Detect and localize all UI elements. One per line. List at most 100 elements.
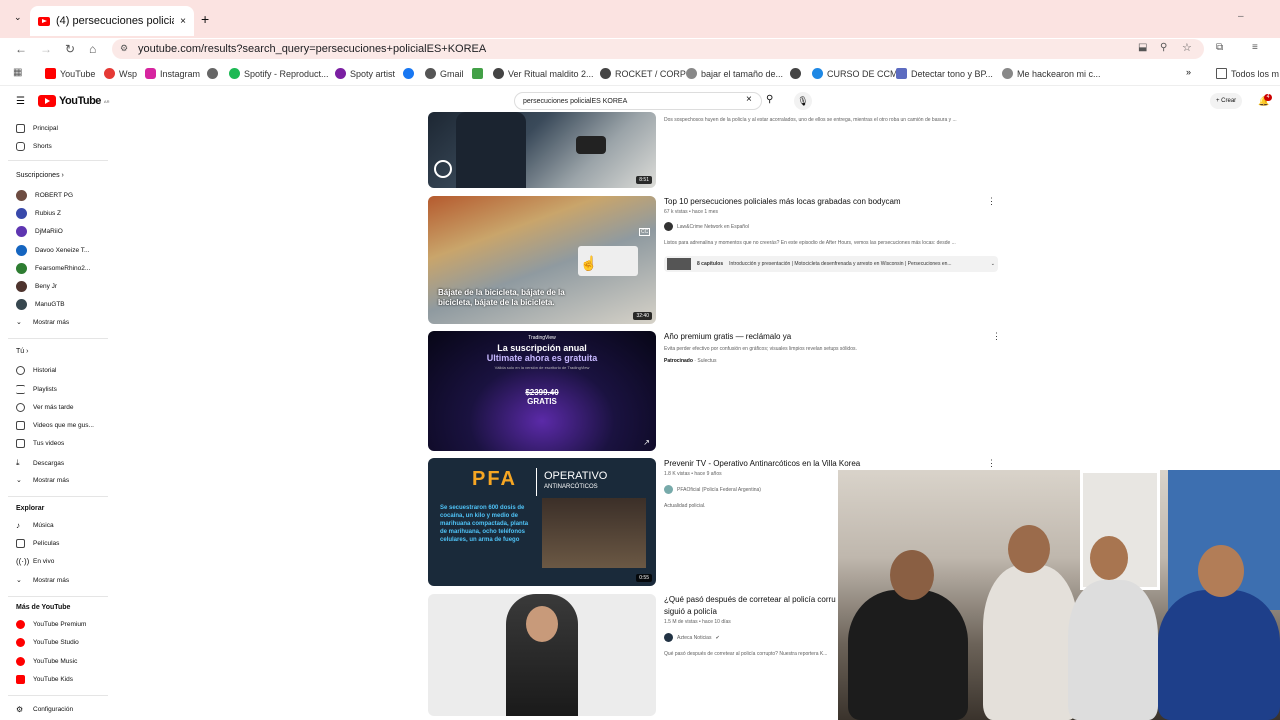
- more-actions-icon[interactable]: ⋮: [992, 331, 1001, 342]
- browser-tab-active[interactable]: (4) persecuciones policialES KO ×: [30, 6, 194, 36]
- sidebar-item-tus-videos[interactable]: Tus videos: [16, 439, 64, 448]
- bookmark-gmail[interactable]: Gmail: [425, 68, 464, 79]
- video-title-line2[interactable]: siguió a policía: [664, 607, 717, 616]
- sidebar-subscriptions-header[interactable]: Suscripciones ›: [16, 172, 64, 179]
- bookmark-rocket[interactable]: ROCKET / CORP: [600, 68, 686, 79]
- bookmark-curso-ccm[interactable]: CURSO DE CCM: [812, 68, 898, 79]
- video-title[interactable]: Prevenir TV - Operativo Antinarcóticos e…: [664, 459, 860, 468]
- back-arrow-icon[interactable]: ←: [15, 42, 27, 56]
- sidebar-item-ver-mas-tarde[interactable]: Ver más tarde: [16, 403, 73, 412]
- sidebar-item-peliculas[interactable]: Películas: [16, 539, 59, 548]
- person-third-head: [1090, 536, 1128, 580]
- more-actions-icon[interactable]: ⋮: [987, 196, 996, 207]
- sidebar-item-subscription[interactable]: Davoo Xeneize T...: [16, 245, 89, 256]
- bookmark-hackearon[interactable]: Me hackearon mi c...: [1002, 68, 1101, 79]
- sponsor-name[interactable]: Sulectus: [697, 358, 716, 364]
- person-left-head: [890, 550, 934, 600]
- chapters-row[interactable]: 8 capítulos Introducción y presentación …: [664, 256, 998, 272]
- new-tab-icon[interactable]: +: [201, 11, 209, 27]
- video-thumbnail[interactable]: [428, 594, 656, 716]
- ad-thumbnail[interactable]: TradingView La suscripción anual Ultimat…: [428, 331, 656, 451]
- video-thumbnail[interactable]: Bájate de la bicicleta, bájate de la bic…: [428, 196, 656, 324]
- sidebar-show-more-subs[interactable]: ⌄ Mostrar más: [16, 318, 69, 327]
- bookmark-star-icon[interactable]: ☆: [1182, 41, 1192, 54]
- url-text[interactable]: youtube.com/results?search_query=persecu…: [138, 43, 486, 55]
- bookmark-detectar-tono[interactable]: Detectar tono y BP...: [896, 68, 993, 79]
- install-app-icon[interactable]: ⬓: [1138, 42, 1147, 53]
- zoom-icon[interactable]: ⚲: [1160, 42, 1167, 53]
- bookmark-spoty-artist[interactable]: Spoty artist: [335, 68, 395, 79]
- sidebar-item-youtube-music[interactable]: YouTube Music: [16, 657, 77, 666]
- more-bookmarks-chevron-icon[interactable]: »: [1186, 67, 1191, 77]
- sidebar-you-header[interactable]: Tú ›: [16, 348, 28, 355]
- video-thumbnail[interactable]: PFA OPERATIVO ANTINARCÓTICOS Se secuestr…: [428, 458, 656, 586]
- sidebar-item-principal[interactable]: Principal: [16, 124, 58, 133]
- search-input[interactable]: persecuciones policialES KOREA: [514, 92, 762, 110]
- sidebar-item-subscription[interactable]: DjMaRiiO: [16, 226, 63, 237]
- bookmark-spotify[interactable]: Spotify - Reproduct...: [229, 68, 329, 79]
- channel-row[interactable]: Law&Crime Network en Español: [664, 222, 749, 231]
- tab-list-chevron-icon[interactable]: ⌄: [14, 12, 22, 23]
- reload-icon[interactable]: ↻: [65, 42, 75, 56]
- minimize-window-icon[interactable]: –: [1238, 11, 1244, 22]
- sidebar-item-youtube-kids[interactable]: YouTube Kids: [16, 675, 73, 684]
- sidebar-item-subscription[interactable]: Beny Jr: [16, 281, 57, 292]
- video-title[interactable]: ¿Qué pasó después de corretear al policí…: [664, 595, 836, 604]
- sidebar-item-musica[interactable]: ♪ Música: [16, 521, 54, 530]
- apps-grid-icon[interactable]: ▦: [13, 67, 22, 78]
- home-icon[interactable]: ⌂: [89, 42, 96, 56]
- bookmark-wsp[interactable]: Wsp: [104, 68, 137, 79]
- thumb-title: OPERATIVO: [544, 470, 608, 482]
- channel-row[interactable]: Azteca Noticias ✔: [664, 633, 720, 642]
- bookmark-bajar-tamano[interactable]: bajar el tamaño de...: [686, 68, 783, 79]
- sidebar-item-descargas[interactable]: ⤓ Descargas: [16, 458, 64, 468]
- sidebar-item-subscription[interactable]: FearsomeRhino2...: [16, 263, 90, 274]
- google-icon: [686, 68, 697, 79]
- sidebar-divider: [8, 596, 108, 597]
- ad-brand: TradingView: [528, 335, 556, 341]
- video-description: Actualidad policial.: [664, 503, 706, 509]
- bookmark-color-icon-site[interactable]: [472, 68, 483, 79]
- sidebar-item-shorts[interactable]: Shorts: [16, 142, 52, 151]
- chevron-down-icon[interactable]: ⌄: [991, 261, 995, 267]
- video-thumbnail[interactable]: 8:51: [428, 112, 656, 188]
- bookmark-ritual[interactable]: Ver Ritual maldito 2...: [493, 68, 594, 79]
- voice-search-icon[interactable]: 🎙: [794, 92, 812, 110]
- sidebar-item-youtube-premium[interactable]: YouTube Premium: [16, 620, 86, 629]
- sidebar-item-en-vivo[interactable]: ((·)) En vivo: [16, 557, 54, 566]
- instagram-icon: [145, 68, 156, 79]
- sidebar-show-more-you[interactable]: ⌄ Mostrar más: [16, 476, 69, 485]
- sidebar-item-youtube-studio[interactable]: YouTube Studio: [16, 638, 79, 647]
- clear-search-icon[interactable]: ×: [746, 94, 752, 105]
- sidebar-item-subscription[interactable]: ROBERT PG: [16, 190, 73, 201]
- person-center-head: [1008, 525, 1050, 573]
- bookmark-facebook[interactable]: [403, 68, 414, 79]
- bookmark-youtube[interactable]: YouTube: [45, 68, 95, 79]
- reading-list-icon[interactable]: ≡: [1252, 42, 1258, 53]
- sidebar-item-liked-videos[interactable]: Videos que me gus...: [16, 421, 94, 430]
- site-info-icon[interactable]: ⚙: [120, 43, 128, 54]
- sidebar-item-subscription[interactable]: ManuGTB: [16, 299, 65, 310]
- more-actions-icon[interactable]: ⋮: [987, 458, 996, 469]
- all-bookmarks-folder[interactable]: Todos los m: [1216, 68, 1279, 79]
- youtube-logo[interactable]: YouTube AR: [38, 95, 109, 107]
- sidebar-item-subscription[interactable]: Rubius Z: [16, 208, 61, 219]
- bookmark-globe[interactable]: [207, 68, 218, 79]
- close-tab-icon[interactable]: ×: [180, 16, 186, 27]
- ad-title[interactable]: Año premium gratis — reclámalo ya: [664, 332, 791, 341]
- create-button[interactable]: + Crear: [1210, 93, 1243, 109]
- sidebar-item-historial[interactable]: Historial: [16, 366, 56, 375]
- chevron-down-icon: ⌄: [16, 577, 22, 584]
- sidebar-item-configuracion[interactable]: ⚙ Configuración: [16, 705, 73, 714]
- forward-arrow-icon[interactable]: →: [40, 42, 52, 56]
- channel-row[interactable]: PFAOficial (Policía Federal Argentina): [664, 485, 761, 494]
- extensions-icon[interactable]: ⧉: [1216, 42, 1223, 53]
- open-external-icon[interactable]: ↗: [643, 438, 650, 447]
- bookmark-globe-2[interactable]: [790, 68, 801, 79]
- sidebar-item-playlists[interactable]: Playlists: [16, 385, 57, 394]
- video-title[interactable]: Top 10 persecuciones policiales más loca…: [664, 197, 901, 206]
- sidebar-show-more-explore[interactable]: ⌄ Mostrar más: [16, 576, 69, 585]
- hamburger-menu-icon[interactable]: ☰: [16, 96, 25, 107]
- bookmark-instagram[interactable]: Instagram: [145, 68, 200, 79]
- search-icon[interactable]: ⚲: [766, 94, 773, 105]
